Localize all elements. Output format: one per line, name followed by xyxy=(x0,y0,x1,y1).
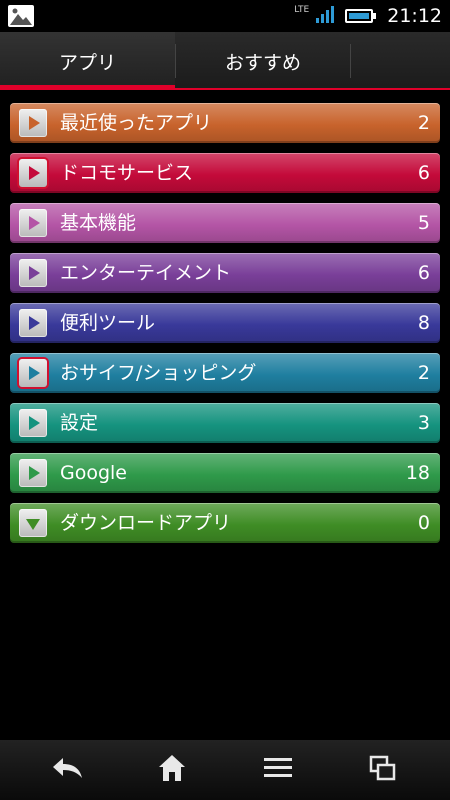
status-bar: LTE 21:12 xyxy=(0,0,450,32)
battery-icon xyxy=(345,9,377,23)
tab-apps[interactable]: アプリ xyxy=(0,32,175,90)
back-button[interactable] xyxy=(12,740,124,800)
back-icon xyxy=(51,755,85,785)
network-type-label: LTE xyxy=(294,5,310,15)
expand-arrow-icon xyxy=(19,159,47,187)
signal-strength-icon xyxy=(315,4,335,28)
category-label: 便利ツール xyxy=(60,312,156,334)
category-count: 6 xyxy=(417,162,430,184)
category-count: 8 xyxy=(417,312,430,334)
category-row-downloaded-apps[interactable]: ダウンロードアプリ 0 xyxy=(10,503,440,543)
category-count: 2 xyxy=(417,362,430,384)
expand-arrow-icon xyxy=(19,259,47,287)
tab-apps-label: アプリ xyxy=(58,51,116,74)
category-count: 3 xyxy=(417,412,430,434)
category-label: ドコモサービス xyxy=(60,162,194,184)
tab-bar-underline xyxy=(0,88,450,90)
category-row-settings[interactable]: 設定 3 xyxy=(10,403,440,443)
category-count: 18 xyxy=(405,462,430,484)
home-icon xyxy=(157,753,187,787)
clock: 21:12 xyxy=(387,5,442,27)
navigation-bar xyxy=(0,740,450,800)
tab-recommended[interactable]: おすすめ xyxy=(176,32,350,90)
category-row-google[interactable]: Google 18 xyxy=(10,453,440,493)
category-label: 最近使ったアプリ xyxy=(60,112,213,134)
category-count: 2 xyxy=(417,112,430,134)
tab-recommended-label: おすすめ xyxy=(224,51,301,74)
category-list: 最近使ったアプリ 2 ドコモサービス 6 基本機能 5 エンターテイメント 6 … xyxy=(10,103,440,553)
recent-apps-icon xyxy=(367,753,397,787)
collapse-arrow-icon xyxy=(19,509,47,537)
expand-arrow-icon xyxy=(19,109,47,137)
expand-arrow-icon xyxy=(19,459,47,487)
category-count: 0 xyxy=(417,512,430,534)
expand-arrow-icon xyxy=(19,209,47,237)
expand-arrow-icon xyxy=(19,309,47,337)
menu-button[interactable] xyxy=(222,740,334,800)
category-label: Google xyxy=(60,462,128,484)
tab-bar: アプリ おすすめ xyxy=(0,32,450,90)
category-count: 5 xyxy=(417,212,430,234)
category-row-recent-apps[interactable]: 最近使ったアプリ 2 xyxy=(10,103,440,143)
category-label: おサイフ/ショッピング xyxy=(60,362,257,384)
menu-icon xyxy=(263,756,293,784)
category-count: 6 xyxy=(417,262,430,284)
category-label: 基本機能 xyxy=(60,212,137,234)
category-row-useful-tools[interactable]: 便利ツール 8 xyxy=(10,303,440,343)
home-button[interactable] xyxy=(116,740,228,800)
expand-arrow-icon xyxy=(19,359,47,387)
category-row-osaifu-shopping[interactable]: おサイフ/ショッピング 2 xyxy=(10,353,440,393)
tab-divider xyxy=(350,44,351,78)
category-row-docomo-services[interactable]: ドコモサービス 6 xyxy=(10,153,440,193)
expand-arrow-icon xyxy=(19,409,47,437)
category-row-basic-functions[interactable]: 基本機能 5 xyxy=(10,203,440,243)
recent-apps-button[interactable] xyxy=(326,740,438,800)
category-label: エンターテイメント xyxy=(60,262,232,284)
image-notification-icon xyxy=(8,5,34,27)
category-row-entertainment[interactable]: エンターテイメント 6 xyxy=(10,253,440,293)
category-label: 設定 xyxy=(60,412,99,434)
category-label: ダウンロードアプリ xyxy=(60,512,232,534)
